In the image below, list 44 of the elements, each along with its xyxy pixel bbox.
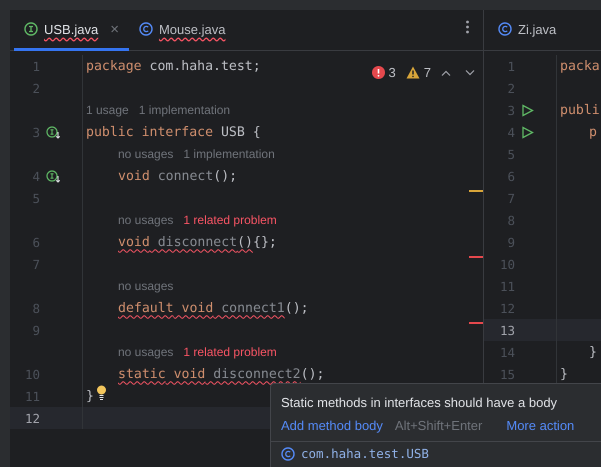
code-line: packa [560, 58, 600, 76]
warning-icon[interactable] [406, 66, 420, 79]
usage-hint: 1 implementation [183, 147, 275, 161]
problem-link[interactable]: 1 related problem [183, 213, 277, 227]
file-tab[interactable]: Zi.java [488, 10, 566, 51]
usage-hint: no usages [118, 279, 174, 293]
usage-hint: no usages [118, 147, 174, 161]
problem-link[interactable]: 1 related problem [183, 345, 277, 359]
chevron-down-icon[interactable] [465, 70, 475, 76]
code-line: void disconnect(){}; [118, 234, 277, 252]
usage-hint: no usages [118, 345, 174, 359]
code-line: void connect(); [118, 168, 238, 186]
popup-message: Static methods in interfaces should have a body [280, 394, 558, 410]
code-line: static void disconnect2(); [118, 366, 324, 384]
code-line: } [560, 366, 568, 384]
more-icon[interactable] [466, 20, 469, 34]
code-line: } [589, 344, 597, 362]
usage-hint: 1 implementation [138, 103, 230, 117]
class-path[interactable]: com.haha.test.USB [301, 446, 429, 461]
shortcut-hint: Alt+Shift+Enter [394, 418, 482, 433]
action-link[interactable]: More action [506, 418, 574, 433]
usage-hint: no usages [118, 213, 174, 227]
code-line: p [589, 124, 597, 142]
error-icon[interactable] [372, 66, 385, 79]
chevron-up-icon[interactable] [441, 70, 451, 76]
run-icon[interactable] [521, 104, 534, 116]
line-number: 12 [24, 410, 40, 426]
run-icon[interactable] [521, 126, 534, 138]
error-count: 3 [388, 65, 396, 80]
file-tab[interactable]: Mouse.java [128, 10, 236, 51]
line-number: 13 [498, 322, 515, 338]
lightbulb-icon[interactable] [96, 384, 107, 400]
code-line: publi [560, 102, 600, 120]
file-tab[interactable]: USB.java × [14, 10, 129, 51]
code-line: default void connect1(); [118, 300, 309, 318]
implemented-interface-icon[interactable] [46, 126, 61, 138]
implemented-interface-icon[interactable] [46, 170, 61, 182]
code-line: } [86, 388, 94, 406]
code-line: package com.haha.test; [86, 58, 261, 76]
action-link[interactable]: Add method body [281, 418, 383, 433]
code-line: public interface USB { [86, 124, 261, 142]
close-icon[interactable]: × [110, 20, 119, 38]
warning-count: 7 [424, 65, 431, 80]
usage-hint: 1 usage [86, 103, 129, 117]
